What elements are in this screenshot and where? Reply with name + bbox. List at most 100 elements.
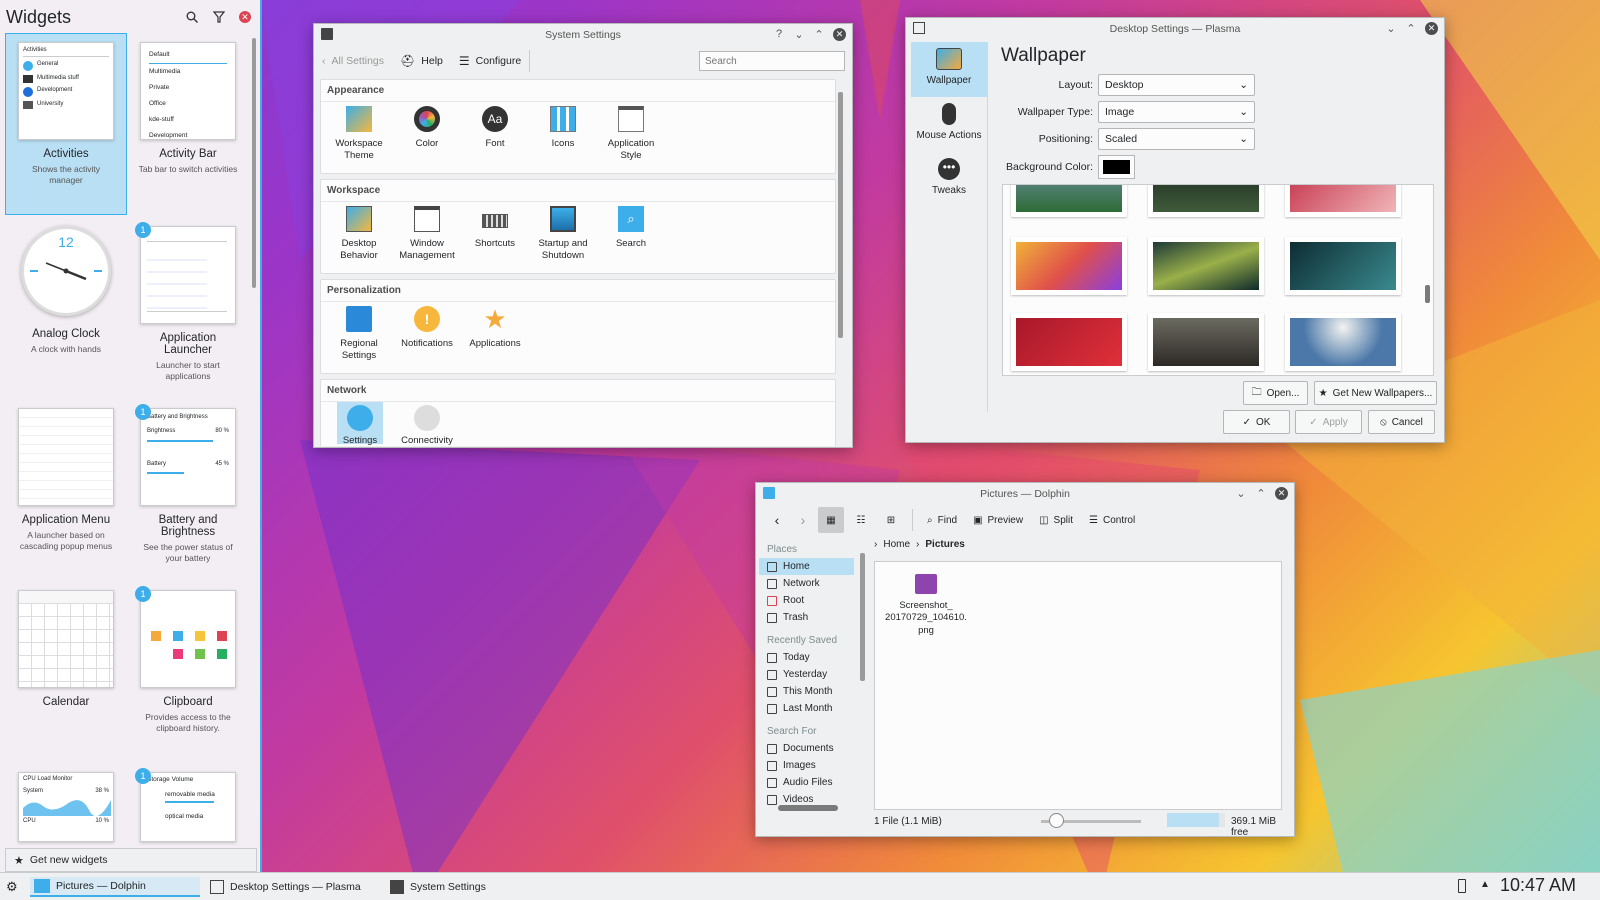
sidebar-item-mouse-actions[interactable]: Mouse Actions [911, 97, 987, 152]
back-button[interactable]: ‹ [766, 512, 788, 528]
wallpaper-thumb[interactable] [1011, 313, 1127, 371]
module-notifications[interactable]: ! Notifications [395, 306, 459, 350]
place-trash[interactable]: Trash [759, 609, 854, 626]
module-color[interactable]: Color [395, 106, 459, 150]
system-settings-window[interactable]: System Settings ? ⌄ ⌃ ✕ ‹ All Settings ⛑ H… [313, 23, 853, 448]
close-button[interactable]: ✕ [1275, 486, 1288, 500]
breadcrumb-pictures[interactable]: Pictures [925, 539, 964, 550]
all-settings-button[interactable]: ‹ All Settings [314, 55, 392, 67]
desktop-settings-window[interactable]: Desktop Settings — Plasma ⌄ ⌃ ✕ Wallpape… [905, 17, 1445, 443]
dolphin-window[interactable]: Pictures — Dolphin ⌄ ⌃ ✕ ‹ › ▦ ☷ ⊞ ⌕ Find… [755, 482, 1295, 838]
system-settings-titlebar[interactable]: System Settings ? ⌄ ⌃ ✕ [314, 24, 852, 46]
close-icon[interactable]: ✕ [239, 11, 251, 23]
widget-battery-brightness[interactable]: Battery and Brightness Brightness 80 % Ba… [135, 404, 239, 564]
application-launcher-icon[interactable]: ⚙ [6, 879, 22, 895]
module-workspace-theme[interactable]: Workspace Theme [327, 106, 391, 162]
sidebar-item-tweaks[interactable]: ••• Tweaks [911, 152, 987, 207]
clock[interactable]: 10:47 AM [1500, 875, 1576, 896]
module-regional-settings[interactable]: Regional Settings [327, 306, 391, 362]
task-desktop-settings[interactable]: Desktop Settings — Plasma [210, 877, 380, 897]
place-root[interactable]: Root [759, 592, 854, 609]
get-new-widgets-button[interactable]: ★ Get new widgets [5, 848, 257, 872]
places-scrollbar[interactable] [860, 553, 865, 681]
minimize-button[interactable]: ⌄ [793, 27, 805, 41]
widget-activity-bar[interactable]: Default Multimedia Private Office kde-st… [137, 42, 239, 175]
module-search[interactable]: ⌕ Search [599, 206, 663, 250]
module-desktop-behavior[interactable]: Desktop Behavior [327, 206, 391, 262]
maximize-button[interactable]: ⌃ [1405, 21, 1417, 35]
widget-storage-volume[interactable]: Storage Volume removable media optical m… [135, 768, 239, 842]
search-images[interactable]: Images [759, 757, 854, 774]
place-home[interactable]: Home [759, 558, 854, 575]
icons-view-button[interactable]: ▦ [818, 507, 844, 533]
file-item[interactable]: Screenshot_ 20170729_104610. png [885, 574, 967, 637]
forward-button[interactable]: › [792, 512, 814, 528]
widget-application-menu[interactable]: Application Menu A launcher based on cas… [15, 408, 117, 552]
minimize-button[interactable]: ⌄ [1235, 486, 1247, 500]
task-dolphin[interactable]: Pictures — Dolphin [30, 877, 200, 897]
wallpaper-thumb[interactable] [1148, 313, 1264, 371]
wallpaper-thumb[interactable] [1011, 185, 1127, 217]
recent-today[interactable]: Today [759, 649, 854, 666]
wallpaper-thumb[interactable] [1011, 237, 1127, 295]
widgets-scrollbar[interactable] [252, 38, 256, 288]
maximize-button[interactable]: ⌃ [1255, 486, 1267, 500]
wallpaper-thumb[interactable] [1285, 237, 1401, 295]
desktop-settings-titlebar[interactable]: Desktop Settings — Plasma ⌄ ⌃ ✕ [906, 18, 1444, 40]
close-button[interactable]: ✕ [833, 27, 846, 41]
wallpaper-thumb[interactable] [1285, 313, 1401, 371]
tray-expand-icon[interactable]: ▲ [1480, 879, 1490, 890]
recent-this-month[interactable]: This Month [759, 683, 854, 700]
module-network-settings[interactable]: Settings [337, 402, 383, 446]
layout-combobox[interactable]: Desktop ⌄ [1098, 74, 1255, 96]
maximize-button[interactable]: ⌃ [813, 27, 825, 41]
widget-application-launcher[interactable]: 1 Application Launcher Launcher to start… [135, 222, 239, 382]
file-view[interactable]: Screenshot_ 20170729_104610. png [874, 561, 1282, 810]
wallpaper-scrollbar[interactable] [1425, 285, 1430, 303]
sidebar-item-wallpaper[interactable]: Wallpaper [911, 42, 987, 97]
positioning-combobox[interactable]: Scaled ⌄ [1098, 128, 1255, 150]
breadcrumb-home[interactable]: Home [883, 539, 910, 550]
minimize-button[interactable]: ⌄ [1385, 21, 1397, 35]
open-button[interactable]: 🗀 Open... [1243, 381, 1308, 405]
close-button[interactable]: ✕ [1425, 21, 1438, 35]
zoom-slider-handle[interactable] [1049, 813, 1064, 828]
module-startup-shutdown[interactable]: Startup and Shutdown [531, 206, 595, 262]
filter-icon[interactable] [212, 11, 226, 23]
module-font[interactable]: Aa Font [463, 106, 527, 150]
wallpaper-type-combobox[interactable]: Image ⌄ [1098, 101, 1255, 123]
widget-activities[interactable]: Activities General Multimedia stuff Deve… [15, 42, 117, 186]
split-button[interactable]: ◫ Split [1033, 515, 1079, 526]
control-button[interactable]: ☰ Control [1083, 515, 1141, 526]
help-button[interactable]: ⛑ Help [392, 54, 451, 68]
widget-clipboard[interactable]: 1 Clipboard Provides access to the clipb… [135, 586, 239, 734]
widget-analog-clock[interactable]: 12 Analog Clock A clock with hands [15, 226, 117, 355]
widget-calendar[interactable]: Calendar [15, 590, 117, 708]
module-window-management[interactable]: Window Management [395, 206, 459, 262]
widget-cpu-load[interactable]: CPU Load Monitor System 38 % CPU 10 % [15, 772, 117, 842]
battery-tray-icon[interactable] [1458, 879, 1466, 893]
dolphin-titlebar[interactable]: Pictures — Dolphin ⌄ ⌃ ✕ [756, 483, 1294, 505]
compact-view-button[interactable]: ☷ [848, 515, 874, 526]
place-network[interactable]: Network [759, 575, 854, 592]
task-system-settings[interactable]: System Settings [390, 877, 560, 897]
wallpaper-thumb[interactable] [1285, 185, 1401, 217]
ok-button[interactable]: ✓ OK [1223, 410, 1290, 434]
details-view-button[interactable]: ⊞ [878, 515, 904, 526]
module-connectivity[interactable]: Connectivity [395, 405, 459, 446]
search-audio[interactable]: Audio Files [759, 774, 854, 791]
preview-button[interactable]: ▣ Preview [967, 515, 1029, 526]
find-button[interactable]: ⌕ Find [921, 515, 963, 526]
wallpaper-thumb[interactable] [1148, 185, 1264, 217]
background-color-button[interactable] [1098, 155, 1135, 179]
configure-button[interactable]: ☰ Configure [451, 54, 529, 68]
module-applications[interactable]: ★ Applications [463, 306, 527, 350]
wallpaper-thumb[interactable] [1148, 237, 1264, 295]
search-documents[interactable]: Documents [759, 740, 854, 757]
search-icon[interactable] [186, 11, 198, 23]
help-icon[interactable]: ? [773, 27, 785, 41]
places-hscrollbar[interactable] [778, 805, 838, 811]
get-new-wallpapers-button[interactable]: ★ Get New Wallpapers... [1314, 381, 1437, 405]
recent-yesterday[interactable]: Yesterday [759, 666, 854, 683]
module-application-style[interactable]: Application Style [599, 106, 663, 162]
